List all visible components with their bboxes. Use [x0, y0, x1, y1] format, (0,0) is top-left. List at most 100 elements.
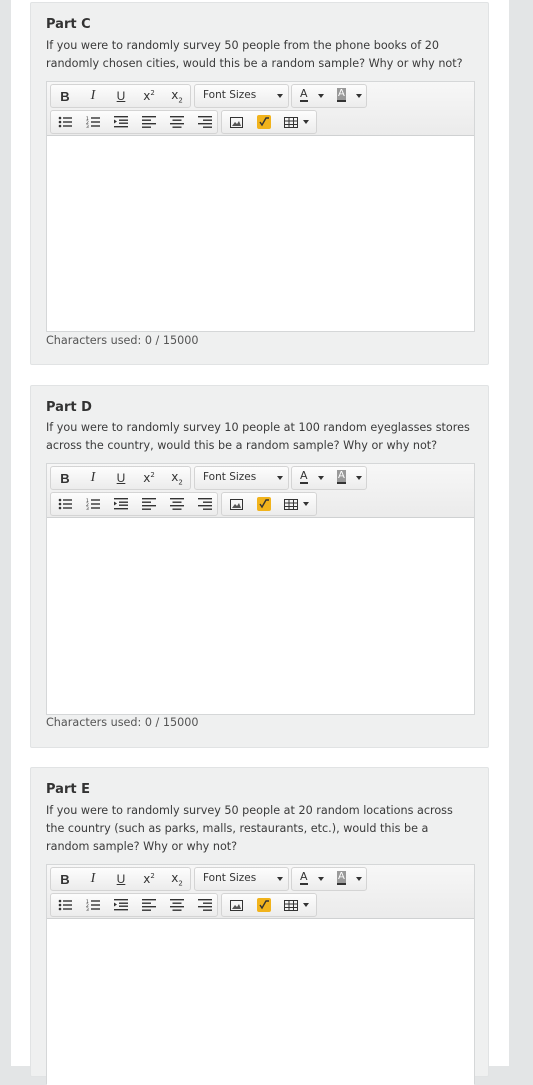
indent-button[interactable]	[107, 111, 135, 133]
italic-icon: I	[90, 871, 96, 886]
align-right-icon	[198, 116, 212, 128]
text-color-icon: A	[300, 87, 308, 102]
bold-button[interactable]: B	[51, 85, 79, 107]
align-center-button[interactable]	[163, 493, 191, 515]
align-center-button[interactable]	[163, 894, 191, 916]
image-icon	[229, 498, 243, 510]
insert-equation-button[interactable]	[250, 111, 278, 133]
underline-button[interactable]: U	[107, 868, 135, 890]
format-group: B I U x2 x2	[50, 867, 191, 891]
insert-table-button[interactable]	[278, 894, 316, 916]
chevron-down-icon	[277, 877, 283, 881]
subscript-button[interactable]: x2	[163, 85, 191, 107]
align-left-button[interactable]	[135, 894, 163, 916]
format-group: B I U x2 x2	[50, 466, 191, 490]
background-color-button[interactable]: A	[330, 467, 366, 489]
superscript-button[interactable]: x2	[135, 868, 163, 890]
chevron-down-icon	[303, 120, 309, 124]
insert-equation-button[interactable]	[250, 894, 278, 916]
font-sizes-select[interactable]: Font Sizes	[194, 867, 289, 891]
superscript-button[interactable]: x2	[135, 467, 163, 489]
background-color-button[interactable]: A	[330, 868, 366, 890]
bold-button[interactable]: B	[51, 467, 79, 489]
align-right-button[interactable]	[191, 894, 219, 916]
equation-icon	[257, 497, 271, 511]
background-color-button[interactable]: A	[330, 85, 366, 107]
chevron-down-icon	[318, 476, 324, 480]
subscript-button[interactable]: x2	[163, 868, 191, 890]
equation-icon	[257, 898, 271, 912]
color-group: A A	[291, 867, 367, 891]
align-right-button[interactable]	[191, 493, 219, 515]
subscript-icon: x2	[171, 469, 183, 487]
insert-table-button[interactable]	[278, 111, 316, 133]
align-left-button[interactable]	[135, 493, 163, 515]
image-icon	[229, 899, 243, 911]
text-color-icon: A	[300, 469, 308, 484]
font-sizes-select[interactable]: Font Sizes	[194, 466, 289, 490]
part-e-card: Part E If you were to randomly survey 50…	[30, 767, 489, 1085]
indent-button[interactable]	[107, 894, 135, 916]
part-d-card: Part D If you were to randomly survey 10…	[30, 385, 489, 748]
subscript-button[interactable]: x2	[163, 467, 191, 489]
chevron-down-icon	[303, 903, 309, 907]
italic-button[interactable]: I	[79, 868, 107, 890]
part-title: Part D	[46, 400, 92, 415]
answer-textarea[interactable]	[47, 136, 474, 331]
color-group: A A	[291, 84, 367, 108]
insert-group	[221, 492, 317, 516]
align-left-icon	[142, 116, 156, 128]
underline-button[interactable]: U	[107, 467, 135, 489]
character-counter: Characters used: 0 / 15000	[46, 716, 199, 729]
question-text: If you were to randomly survey 10 people…	[46, 421, 470, 452]
numbered-list-button[interactable]: 123	[79, 894, 107, 916]
underline-icon: U	[116, 872, 126, 886]
editor-toolbar: B I U x2 x2 Font Sizes A A 1 2 3	[47, 865, 474, 919]
align-left-icon	[142, 498, 156, 510]
part-title: Part E	[46, 782, 90, 797]
indent-button[interactable]	[107, 493, 135, 515]
paragraph-group: 123	[50, 893, 218, 917]
bullet-list-button[interactable]	[51, 894, 79, 916]
text-color-button[interactable]: A	[292, 467, 328, 489]
answer-textarea[interactable]	[47, 518, 474, 714]
insert-group	[221, 893, 317, 917]
align-center-icon	[170, 899, 184, 911]
text-color-button[interactable]: A	[292, 868, 328, 890]
align-right-icon	[198, 899, 212, 911]
answer-textarea[interactable]	[47, 919, 474, 1085]
numbered-list-button[interactable]: 123	[79, 493, 107, 515]
insert-image-button[interactable]	[222, 894, 250, 916]
insert-image-button[interactable]	[222, 111, 250, 133]
font-sizes-select[interactable]: Font Sizes	[194, 84, 289, 108]
text-color-button[interactable]: A	[292, 85, 328, 107]
svg-text:3: 3	[86, 124, 89, 128]
align-right-button[interactable]	[191, 111, 219, 133]
text-color-icon: A	[300, 870, 308, 885]
numbered-list-button[interactable]: 123	[79, 111, 107, 133]
chevron-down-icon	[356, 476, 362, 480]
rich-text-editor: B I U x2 x2 Font Sizes A A 1 2 3	[46, 463, 475, 715]
rich-text-editor: B I U x2 x2 Font Sizes A A 1 2 3	[46, 81, 475, 332]
bullet-list-button[interactable]	[51, 111, 79, 133]
table-icon	[284, 499, 298, 510]
italic-button[interactable]: I	[79, 467, 107, 489]
underline-button[interactable]: U	[107, 85, 135, 107]
chevron-down-icon	[277, 476, 283, 480]
font-sizes-label: Font Sizes	[203, 89, 257, 101]
superscript-button[interactable]: x2	[135, 85, 163, 107]
italic-button[interactable]: I	[79, 85, 107, 107]
chevron-down-icon	[356, 94, 362, 98]
format-group: B I U x2 x2	[50, 84, 191, 108]
insert-image-button[interactable]	[222, 493, 250, 515]
chevron-down-icon	[303, 502, 309, 506]
numbered-list-icon: 123	[86, 899, 100, 911]
chevron-down-icon	[277, 94, 283, 98]
table-icon	[284, 900, 298, 911]
bullet-list-button[interactable]	[51, 493, 79, 515]
bold-button[interactable]: B	[51, 868, 79, 890]
insert-table-button[interactable]	[278, 493, 316, 515]
align-left-button[interactable]	[135, 111, 163, 133]
align-center-button[interactable]	[163, 111, 191, 133]
insert-equation-button[interactable]	[250, 493, 278, 515]
